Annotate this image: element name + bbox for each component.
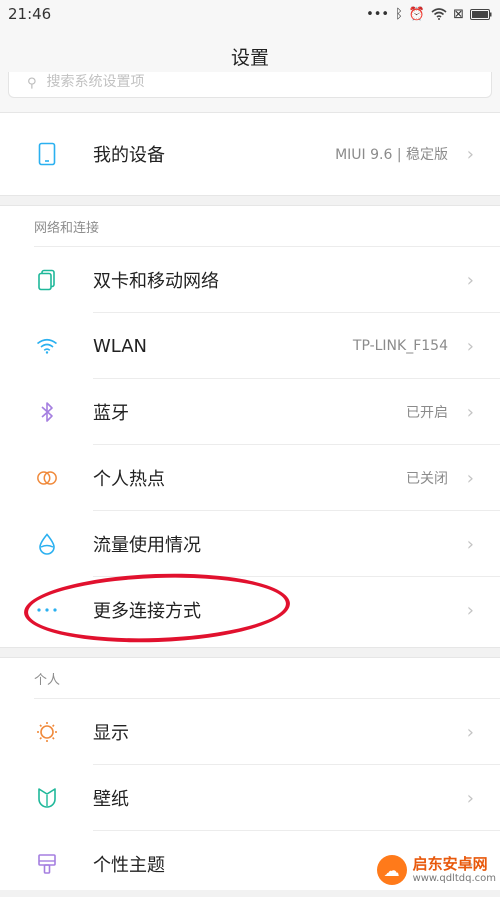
row-value: 已开启 bbox=[406, 405, 448, 421]
row-label: 更多连接方式 bbox=[93, 601, 201, 622]
watermark-title: 启东安卓网 bbox=[412, 855, 488, 874]
chevron-right-icon: › bbox=[466, 533, 474, 555]
dots-icon: ••• bbox=[366, 6, 390, 22]
row-label: 显示 bbox=[93, 723, 129, 744]
chevron-right-icon: › bbox=[466, 401, 474, 423]
row-wlan[interactable]: WLAN TP-LINK_F154 › bbox=[0, 313, 500, 379]
watermark-logo-icon: ☁ bbox=[376, 855, 407, 885]
data-usage-icon bbox=[36, 533, 58, 555]
row-label: 蓝牙 bbox=[93, 403, 129, 424]
chevron-right-icon: › bbox=[466, 143, 474, 165]
phone-icon bbox=[36, 142, 58, 166]
row-hotspot[interactable]: 个人热点 已关闭 › bbox=[0, 445, 500, 511]
status-time: 21:46 bbox=[8, 5, 52, 23]
row-value: 已关闭 bbox=[406, 471, 448, 487]
section-header-network: 网络和连接 bbox=[0, 206, 500, 247]
row-label: 流量使用情况 bbox=[93, 535, 201, 556]
chevron-right-icon: › bbox=[466, 787, 474, 809]
status-bar: 21:46 ••• ᛒ ⏰ ⊠ bbox=[0, 0, 500, 28]
row-bluetooth[interactable]: 蓝牙 已开启 › bbox=[0, 379, 500, 445]
no-sim-icon: ⊠ bbox=[453, 6, 464, 22]
wifi-icon bbox=[36, 335, 58, 357]
row-dual-sim[interactable]: 双卡和移动网络 › bbox=[0, 247, 500, 313]
battery-icon bbox=[470, 8, 492, 20]
row-value: TP-LINK_F154 bbox=[352, 338, 448, 354]
watermark: ☁ 启东安卓网 www.qdltdq.com bbox=[376, 855, 496, 885]
search-placeholder: 搜索系统设置项 bbox=[46, 74, 145, 90]
chevron-right-icon: › bbox=[466, 599, 474, 621]
status-icons: ••• ᛒ ⏰ ⊠ bbox=[366, 7, 492, 22]
alarm-icon: ⏰ bbox=[408, 6, 426, 22]
page-title: 设置 bbox=[230, 46, 269, 69]
theme-icon bbox=[36, 853, 58, 875]
chevron-right-icon: › bbox=[466, 335, 474, 357]
row-display[interactable]: 显示 › bbox=[0, 699, 500, 765]
row-label: WLAN bbox=[93, 335, 148, 357]
chevron-right-icon: › bbox=[466, 269, 474, 291]
my-device-value: MIUI 9.6 | 稳定版 bbox=[335, 147, 448, 163]
row-more-connections[interactable]: 更多连接方式 › bbox=[0, 577, 500, 643]
row-label: 双卡和移动网络 bbox=[93, 271, 219, 292]
personal-header-text: 个人 bbox=[34, 673, 61, 688]
my-device-row[interactable]: 我的设备 MIUI 9.6 | 稳定版 › bbox=[0, 113, 500, 195]
wallpaper-icon bbox=[36, 787, 58, 809]
sim-card-icon bbox=[36, 269, 58, 291]
search-area: ⚲ 搜索系统设置项 bbox=[0, 72, 500, 112]
bluetooth-status-icon: ᛒ bbox=[395, 6, 403, 22]
search-input[interactable]: ⚲ 搜索系统设置项 bbox=[8, 72, 492, 98]
network-header-text: 网络和连接 bbox=[34, 221, 100, 236]
chevron-right-icon: › bbox=[466, 721, 474, 743]
more-icon bbox=[36, 599, 58, 621]
hotspot-icon bbox=[36, 467, 58, 489]
display-icon bbox=[36, 721, 58, 743]
bluetooth-icon bbox=[36, 401, 58, 423]
chevron-right-icon: › bbox=[466, 467, 474, 489]
row-label: 壁纸 bbox=[93, 789, 129, 810]
search-icon: ⚲ bbox=[27, 76, 37, 91]
wifi-status-icon bbox=[431, 8, 447, 20]
watermark-url: www.qdltdq.com bbox=[412, 872, 496, 884]
row-label: 个性主题 bbox=[93, 855, 165, 876]
device-card: 我的设备 MIUI 9.6 | 稳定版 › bbox=[0, 112, 500, 196]
section-header-personal: 个人 bbox=[0, 658, 500, 699]
row-wallpaper[interactable]: 壁纸 › bbox=[0, 765, 500, 831]
row-label: 个人热点 bbox=[93, 469, 165, 490]
my-device-label: 我的设备 bbox=[93, 145, 165, 166]
network-card: 网络和连接 双卡和移动网络 › WLAN TP-LINK_F154 › 蓝牙 已… bbox=[0, 205, 500, 648]
row-data-usage[interactable]: 流量使用情况 › bbox=[0, 511, 500, 577]
